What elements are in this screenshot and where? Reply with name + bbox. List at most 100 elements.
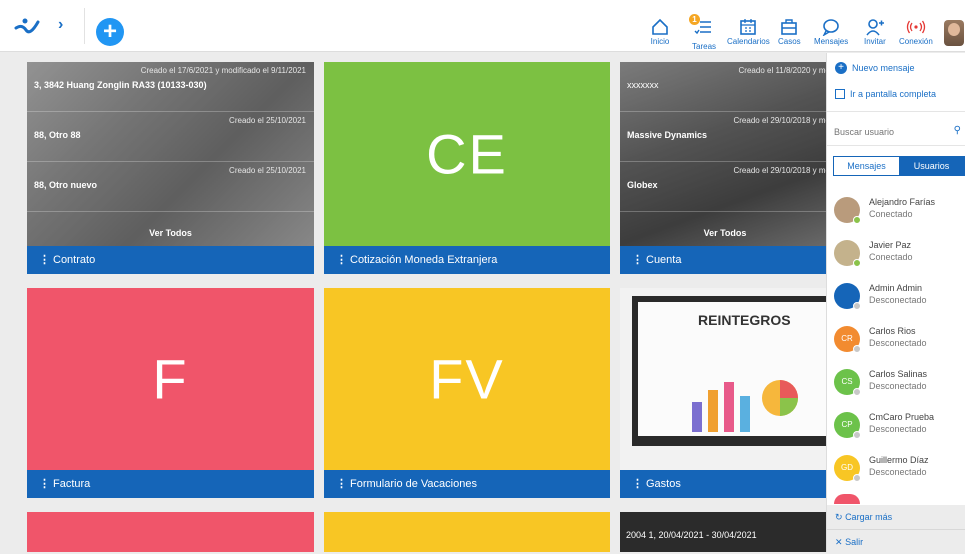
laptop-screen-image: REINTEGROS — [632, 296, 830, 446]
card-face: F — [27, 288, 314, 470]
nav-conexion[interactable]: Conexión — [899, 18, 933, 48]
fullscreen-button[interactable]: Ir a pantalla completa — [835, 89, 936, 99]
more-options-icon[interactable]: ⋮ — [39, 470, 53, 498]
nav-label: Conexión — [899, 37, 933, 46]
item-meta: Creado el 11/8/2020 y mo — [738, 66, 830, 75]
exit-button[interactable]: ✕ Salir — [827, 530, 965, 554]
item-name: 88, Otro 88 — [34, 130, 81, 140]
card-vacaciones[interactable]: FV ⋮ Formulario de Vacaciones — [324, 288, 610, 498]
nav-calendarios[interactable]: Calendarios — [727, 18, 770, 48]
user-name: Carlos Salinas — [869, 369, 928, 379]
expand-chevron-icon[interactable]: › — [58, 16, 63, 34]
bar-graphic — [692, 380, 798, 432]
search-user-input[interactable] — [834, 124, 964, 140]
user-name: Alejandro Farías — [869, 197, 936, 207]
more-options-icon[interactable]: ⋮ — [336, 470, 350, 498]
nav-inicio[interactable]: Inicio — [650, 18, 670, 48]
list-item[interactable]: Creado el 25/10/2021 88, Otro 88 — [27, 112, 314, 162]
nav-mensajes[interactable]: Mensajes — [814, 18, 848, 48]
user-name: Guillermo Díaz — [869, 455, 929, 465]
user-list-item[interactable]: Javier Paz Conectado — [834, 236, 964, 276]
card-image: REINTEGROS — [620, 288, 830, 470]
nav-label: Invitar — [864, 37, 886, 46]
calendar-icon — [740, 19, 757, 35]
more-options-icon[interactable]: ⋮ — [39, 246, 53, 274]
card-title-bar[interactable]: ⋮ Cuenta — [620, 246, 830, 274]
card-partial[interactable] — [324, 512, 610, 552]
tab-usuarios[interactable]: Usuarios — [899, 157, 964, 175]
item-meta: Creado el 25/10/2021 — [229, 116, 306, 125]
user-list-item[interactable]: Alejandro Farías Conectado — [834, 193, 964, 233]
more-options-icon[interactable]: ⋮ — [336, 246, 350, 274]
item-name: Massive Dynamics — [627, 130, 708, 140]
see-all-link[interactable]: Ver Todos — [27, 228, 314, 238]
see-all-link[interactable]: Ver Todos — [620, 228, 830, 238]
item-name: 88, Otro nuevo — [34, 180, 98, 190]
nav-invitar[interactable]: Invitar — [864, 18, 886, 48]
card-gastos[interactable]: REINTEGROS ⋮ Gastos — [620, 288, 830, 498]
status-dot — [853, 259, 861, 267]
status-dot — [853, 216, 861, 224]
card-title-bar[interactable]: ⋮ Cotización Moneda Extranjera — [324, 246, 610, 274]
list-item[interactable]: Creado el 11/8/2020 y mo xxxxxxx — [620, 62, 830, 112]
card-title-bar[interactable]: ⋮ Formulario de Vacaciones — [324, 470, 610, 498]
card-partial[interactable]: 2004 1, 20/04/2021 - 30/04/2021 — [620, 512, 830, 552]
list-item[interactable]: Creado el 25/10/2021 88, Otro nuevo — [27, 162, 314, 212]
user-list-item[interactable]: CS Carlos Salinas Desconectado — [834, 365, 964, 405]
nav-tareas[interactable]: 1 Tareas — [689, 14, 717, 51]
card-title-bar[interactable]: ⋮ Factura — [27, 470, 314, 498]
divider — [84, 8, 85, 44]
card-title: Formulario de Vacaciones — [350, 478, 477, 490]
user-list-item[interactable]: CP CmCaro Prueba Desconectado — [834, 408, 964, 448]
chat-icon — [822, 19, 839, 36]
card-cotizacion[interactable]: CE ⋮ Cotización Moneda Extranjera — [324, 62, 610, 274]
user-status: Desconectado — [869, 295, 927, 305]
user-status: Conectado — [869, 209, 913, 219]
close-icon: ✕ — [835, 537, 843, 547]
card-initials: FV — [429, 347, 505, 411]
add-user-icon — [866, 19, 884, 36]
card-title-bar[interactable]: ⋮ Gastos — [620, 470, 830, 498]
fullscreen-label: Ir a pantalla completa — [850, 89, 937, 99]
card-title: Cuenta — [646, 254, 682, 266]
add-button[interactable]: + — [96, 18, 124, 46]
card-face: CE — [324, 62, 610, 246]
card-contrato[interactable]: Creado el 17/6/2021 y modificado el 9/11… — [27, 62, 314, 274]
load-more-button[interactable]: ↻ Cargar más — [827, 505, 965, 529]
new-message-button[interactable]: + Nuevo mensaje — [835, 62, 915, 74]
card-image: Creado el 17/6/2021 y modificado el 9/11… — [27, 62, 314, 246]
user-list-item[interactable] — [834, 494, 860, 504]
add-message-icon: + — [835, 62, 847, 74]
user-list-item[interactable]: GD Guillermo Díaz Desconectado — [834, 451, 964, 491]
user-status: Desconectado — [869, 381, 927, 391]
divider — [827, 145, 965, 146]
more-options-icon[interactable]: ⋮ — [632, 470, 646, 498]
load-more-label: Cargar más — [845, 512, 893, 522]
user-list-item[interactable]: CR Carlos Rios Desconectado — [834, 322, 964, 362]
card-cuenta[interactable]: Creado el 11/8/2020 y mo xxxxxxx Creado … — [620, 62, 830, 274]
user-status: Desconectado — [869, 338, 927, 348]
nav-label: Tareas — [692, 42, 717, 51]
status-dot — [853, 345, 861, 353]
item-meta: Creado el 29/10/2018 y mo — [733, 116, 830, 125]
list-item[interactable]: Creado el 17/6/2021 y modificado el 9/11… — [27, 62, 314, 112]
user-avatar[interactable] — [944, 20, 964, 46]
user-name: Javier Paz — [869, 240, 912, 250]
app-logo-icon[interactable] — [14, 16, 40, 38]
status-dot — [853, 388, 861, 396]
list-item[interactable]: Creado el 29/10/2018 y mo Massive Dynami… — [620, 112, 830, 162]
chat-sidebar: + Nuevo mensaje Ir a pantalla completa ⚲… — [826, 53, 965, 554]
nav-label: Mensajes — [814, 37, 849, 46]
nav-casos[interactable]: Casos — [778, 18, 801, 48]
new-message-label: Nuevo mensaje — [852, 63, 915, 73]
tab-mensajes[interactable]: Mensajes — [834, 157, 899, 175]
card-partial[interactable] — [27, 512, 314, 552]
card-factura[interactable]: F ⋮ Factura — [27, 288, 314, 498]
search-icon[interactable]: ⚲ — [954, 125, 961, 136]
more-options-icon[interactable]: ⋮ — [632, 246, 646, 274]
list-item[interactable]: Creado el 29/10/2018 y mo Globex — [620, 162, 830, 212]
nav-label: Inicio — [650, 37, 670, 46]
card-title-bar[interactable]: ⋮ Contrato — [27, 246, 314, 274]
user-list-item[interactable]: Admin Admin Desconectado — [834, 279, 964, 319]
briefcase-icon — [781, 19, 798, 35]
